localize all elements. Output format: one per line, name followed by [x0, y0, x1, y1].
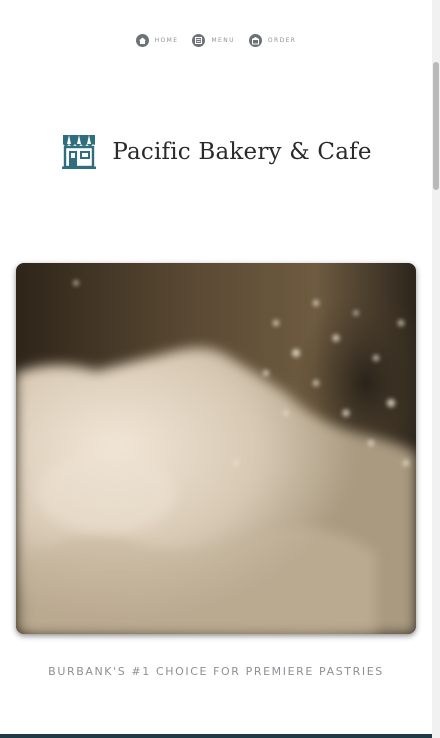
- nav-label-menu: MENU: [211, 36, 235, 44]
- tagline: BURBANK'S #1 CHOICE FOR PREMIERE PASTRIE…: [48, 665, 384, 678]
- top-nav: HOME MENU ORDER: [0, 31, 432, 49]
- order-icon: [248, 33, 262, 47]
- scrollbar-thumb[interactable]: [433, 62, 439, 190]
- page: HOME MENU ORDER Pacific Bakery & Cafe BU…: [0, 0, 432, 738]
- nav-item-menu[interactable]: MENU: [192, 31, 234, 49]
- nav-label-home: HOME: [154, 36, 179, 44]
- hero-image: [16, 263, 416, 634]
- brand-header[interactable]: Pacific Bakery & Cafe: [0, 130, 432, 172]
- bottom-bar: [0, 734, 432, 738]
- nav-label-order: ORDER: [267, 36, 297, 44]
- storefront-icon: [62, 135, 97, 169]
- home-icon: [135, 33, 149, 47]
- nav-item-home[interactable]: HOME: [135, 31, 179, 49]
- scrollbar[interactable]: [432, 0, 440, 738]
- menu-icon: [192, 33, 206, 47]
- nav-item-order[interactable]: ORDER: [248, 31, 297, 49]
- brand-name: Pacific Bakery & Cafe: [112, 138, 372, 165]
